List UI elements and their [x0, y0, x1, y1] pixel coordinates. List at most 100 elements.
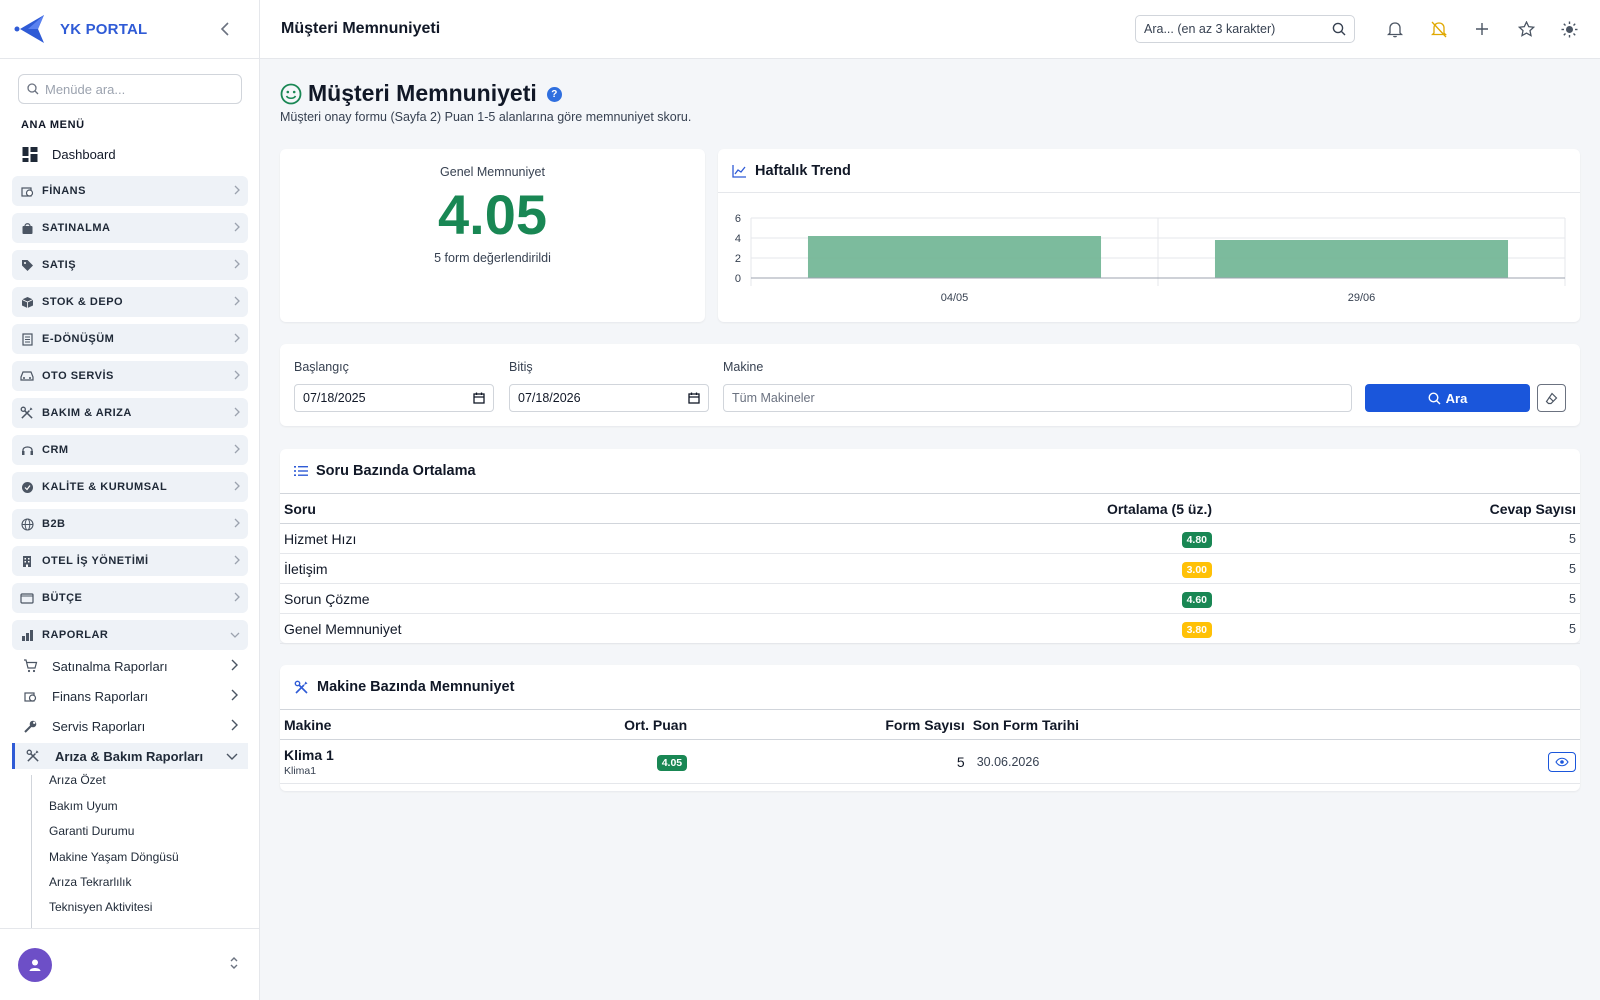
chevron-right-icon	[234, 517, 240, 531]
search-button[interactable]: Ara	[1365, 384, 1530, 412]
sidebar-leaf-item[interactable]: Arıza Özet	[49, 773, 106, 787]
sidebar-leaf-item[interactable]: Makine Yaşam Döngüsü	[49, 850, 179, 864]
end-date-value: 07/18/2026	[518, 391, 581, 405]
table-header-row: Soru Ortalama (5 üz.) Cevap Sayısı	[280, 493, 1580, 524]
form-count-cell: 5	[691, 739, 969, 784]
globe-icon	[20, 517, 34, 531]
sidebar-group-otel-i-y-neti-mi-[interactable]: OTEL İŞ YÖNETİMİ	[12, 546, 248, 576]
sidebar-report-item[interactable]: Finans Raporları	[20, 683, 248, 709]
calendar-icon[interactable]	[473, 392, 485, 404]
x-tick-label: 04/05	[941, 292, 969, 304]
score-badge: 4.05	[656, 754, 688, 771]
machine-code: Klima1	[284, 764, 317, 777]
sun-icon[interactable]	[1558, 18, 1580, 40]
calendar-icon[interactable]	[688, 392, 700, 404]
column-header: Soru	[280, 493, 840, 524]
chevron-right-icon	[234, 332, 240, 346]
machine-label: Makine	[723, 360, 764, 374]
menu-search-input[interactable]	[45, 81, 225, 97]
sidebar-group-stok-depo[interactable]: STOK & DEPO	[12, 287, 248, 317]
machine-section-title: Makine Bazında Memnuniyet	[317, 679, 515, 695]
tools-icon	[25, 748, 41, 764]
help-icon[interactable]: ?	[546, 87, 562, 102]
sidebar-group-bakim-ariza[interactable]: BAKIM & ARIZA	[12, 398, 248, 428]
bag-icon	[20, 221, 34, 235]
chevron-right-icon	[234, 221, 240, 235]
sidebar-group-label: SATIŞ	[42, 259, 77, 271]
table-row: Genel Memnuniyet 3.80 5	[280, 613, 1580, 644]
global-search-input[interactable]	[1144, 22, 1324, 36]
sidebar-group-crm[interactable]: CRM	[12, 435, 248, 465]
table-row: Hizmet Hızı 4.80 5	[280, 523, 1580, 554]
sidebar-group-label: FİNANS	[42, 185, 86, 197]
sidebar-group-b-t-e[interactable]: BÜTÇE	[12, 583, 248, 613]
sidebar-group-label: B2B	[42, 518, 66, 530]
overall-score-card: Genel Memnuniyet 4.05 5 form değerlendir…	[280, 149, 705, 322]
user-menu[interactable]	[0, 928, 259, 1000]
answer-count-cell: 5	[1216, 523, 1580, 554]
end-date-input[interactable]: 07/18/2026	[509, 384, 709, 412]
sidebar-group-label: OTEL İŞ YÖNETİMİ	[42, 555, 149, 567]
sidebar-group-sati-[interactable]: SATIŞ	[12, 250, 248, 280]
chevron-down-icon	[230, 628, 240, 642]
finance-icon	[22, 688, 38, 704]
sidebar-report-label: Servis Raporları	[52, 718, 146, 734]
clear-filters-button[interactable]	[1537, 384, 1566, 412]
sidebar-report-item[interactable]: Servis Raporları	[20, 713, 248, 739]
chevron-updown-icon[interactable]	[229, 956, 239, 973]
chevron-down-icon	[226, 748, 238, 764]
question-cell: Sorun Çözme	[280, 583, 840, 614]
column-header-actions	[1146, 709, 1580, 740]
brand: YK PORTAL	[0, 0, 259, 59]
sidebar-report-label: Satınalma Raporları	[52, 658, 168, 674]
start-date-value: 07/18/2025	[303, 391, 366, 405]
sidebar-group-fi-nans[interactable]: FİNANS	[12, 176, 248, 206]
menu-heading: ANA MENÜ	[21, 119, 85, 131]
menu-search[interactable]	[18, 74, 242, 104]
trend-header: Haftalık Trend	[718, 149, 1580, 193]
answer-count-cell: 5	[1216, 553, 1580, 584]
machine-table: Makine Ort. Puan Form Sayısı Son Form Ta…	[280, 709, 1580, 784]
sidebar-group-raporlar[interactable]: RAPORLAR	[12, 620, 248, 650]
column-header: Ortalama (5 üz.)	[840, 493, 1216, 524]
sidebar: YK PORTAL ANA MENÜ Dashboard FİNANS SATIN…	[0, 0, 260, 1000]
sidebar-leaf-item[interactable]: Arıza Tekrarlılık	[49, 875, 131, 889]
sidebar-group-kali-te-kurumsal[interactable]: KALİTE & KURUMSAL	[12, 472, 248, 502]
avatar[interactable]	[18, 947, 52, 982]
eraser-icon	[1545, 392, 1558, 404]
bell-icon[interactable]	[1384, 18, 1406, 40]
sidebar-group-e-d-n-m[interactable]: E-DÖNÜŞÜM	[12, 324, 248, 354]
sidebar-report-item[interactable]: Satınalma Raporları	[20, 653, 248, 679]
sidebar-group-label: BAKIM & ARIZA	[42, 407, 132, 419]
star-icon[interactable]	[1515, 18, 1537, 40]
y-tick-label: 2	[735, 253, 741, 265]
chevron-right-icon	[231, 658, 238, 674]
sidebar-group-oto-servi-s[interactable]: OTO SERVİS	[12, 361, 248, 391]
sidebar-group-label: SATINALMA	[42, 222, 111, 234]
column-header: Cevap Sayısı	[1216, 493, 1580, 524]
sidebar-item-dashboard[interactable]: Dashboard	[14, 143, 248, 165]
collapse-sidebar-icon[interactable]	[215, 19, 235, 39]
sidebar-leaf-item[interactable]: Bakım Uyum	[49, 799, 118, 813]
global-search[interactable]	[1135, 15, 1355, 43]
plus-icon[interactable]	[1471, 18, 1493, 40]
view-details-button[interactable]	[1548, 751, 1576, 772]
start-date-input[interactable]: 07/18/2025	[294, 384, 494, 412]
start-date-label: Başlangıç	[294, 360, 349, 374]
question-section-title: Soru Bazında Ortalama	[316, 463, 476, 479]
sidebar-leaf-item[interactable]: Teknisyen Aktivitesi	[49, 900, 152, 914]
sidebar-report-item[interactable]: Arıza & Bakım Raporları	[12, 743, 248, 769]
sidebar-group-satinalma[interactable]: SATINALMA	[12, 213, 248, 243]
sidebar-group-b2b[interactable]: B2B	[12, 509, 248, 539]
score-count: 5 form değerlendirildi	[434, 251, 551, 265]
machine-select[interactable]: Tüm Makineler	[723, 384, 1352, 412]
search-icon[interactable]	[1332, 22, 1346, 36]
answer-count-cell: 5	[1216, 613, 1580, 644]
sidebar-leaf-item[interactable]: Garanti Durumu	[49, 824, 134, 838]
bell-slash-icon[interactable]	[1428, 18, 1450, 40]
machine-section-header: Makine Bazında Memnuniyet	[280, 665, 1580, 709]
topbar-title: Müşteri Memnuniyeti	[281, 20, 441, 37]
patch-check-icon	[20, 480, 34, 494]
table-row: İletişim 3.00 5	[280, 553, 1580, 584]
column-header: Form Sayısı	[691, 709, 969, 740]
